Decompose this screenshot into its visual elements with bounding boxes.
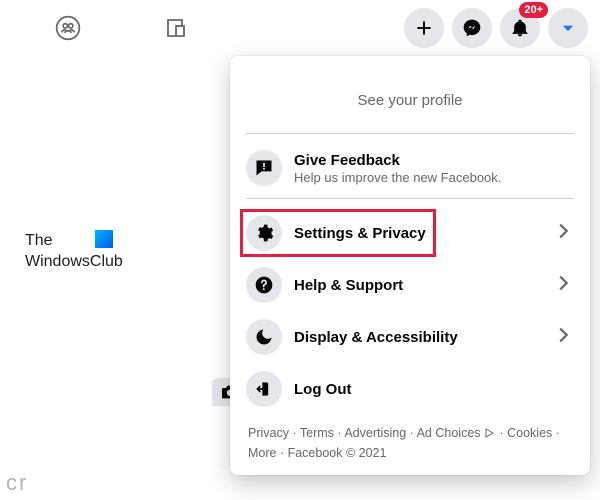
menu-item-help-support[interactable]: Help & Support — [238, 259, 582, 311]
footer-adchoices[interactable]: Ad Choices — [406, 426, 496, 440]
gaming-icon[interactable] — [162, 14, 190, 42]
account-dropdown-button[interactable] — [548, 8, 588, 48]
groups-icon[interactable] — [54, 14, 82, 42]
menu-item-feedback[interactable]: Give Feedback Help us improve the new Fa… — [238, 142, 582, 194]
menu-sublabel: Help us improve the new Facebook. — [294, 170, 574, 185]
menu-label: Display & Accessibility — [294, 329, 540, 346]
top-navbar: 20+ — [0, 0, 600, 56]
footer-cookies[interactable]: Cookies — [496, 426, 552, 440]
menu-footer-links: PrivacyTermsAdvertisingAd Choices Cookie… — [238, 415, 582, 463]
menu-item-settings-privacy[interactable]: Settings & Privacy — [238, 207, 582, 259]
menu-item-logout[interactable]: Log Out — [238, 363, 582, 415]
logout-icon — [246, 371, 282, 407]
create-button[interactable] — [404, 8, 444, 48]
footer-terms[interactable]: Terms — [289, 426, 334, 440]
account-menu: See your profile Give Feedback Help us i… — [230, 56, 590, 475]
notifications-button[interactable]: 20+ — [500, 8, 540, 48]
help-icon — [246, 267, 282, 303]
see-profile-link[interactable]: See your profile — [238, 64, 582, 129]
moon-icon — [246, 319, 282, 355]
watermark-line1: The — [25, 232, 53, 249]
menu-label: Settings & Privacy — [294, 225, 540, 242]
menu-label: Give Feedback — [294, 152, 574, 169]
footer-copyright: Facebook © 2021 — [276, 446, 386, 460]
chevron-right-icon — [552, 324, 574, 351]
footer-advertising[interactable]: Advertising — [334, 426, 406, 440]
menu-item-display-accessibility[interactable]: Display & Accessibility — [238, 311, 582, 363]
messenger-button[interactable] — [452, 8, 492, 48]
corner-text: cr — [0, 466, 34, 500]
chevron-right-icon — [552, 220, 574, 247]
gear-icon — [246, 215, 282, 251]
footer-privacy[interactable]: Privacy — [248, 426, 289, 440]
feedback-icon — [246, 150, 282, 186]
windowsclub-logo-icon — [95, 230, 113, 248]
menu-label: Log Out — [294, 381, 574, 398]
chevron-right-icon — [552, 272, 574, 299]
menu-divider — [246, 133, 574, 134]
notification-badge: 20+ — [519, 2, 548, 18]
page-watermark: The WindowsClub — [25, 230, 123, 273]
watermark-line2: WindowsClub — [25, 252, 123, 273]
menu-divider — [246, 198, 574, 199]
menu-label: Help & Support — [294, 277, 540, 294]
